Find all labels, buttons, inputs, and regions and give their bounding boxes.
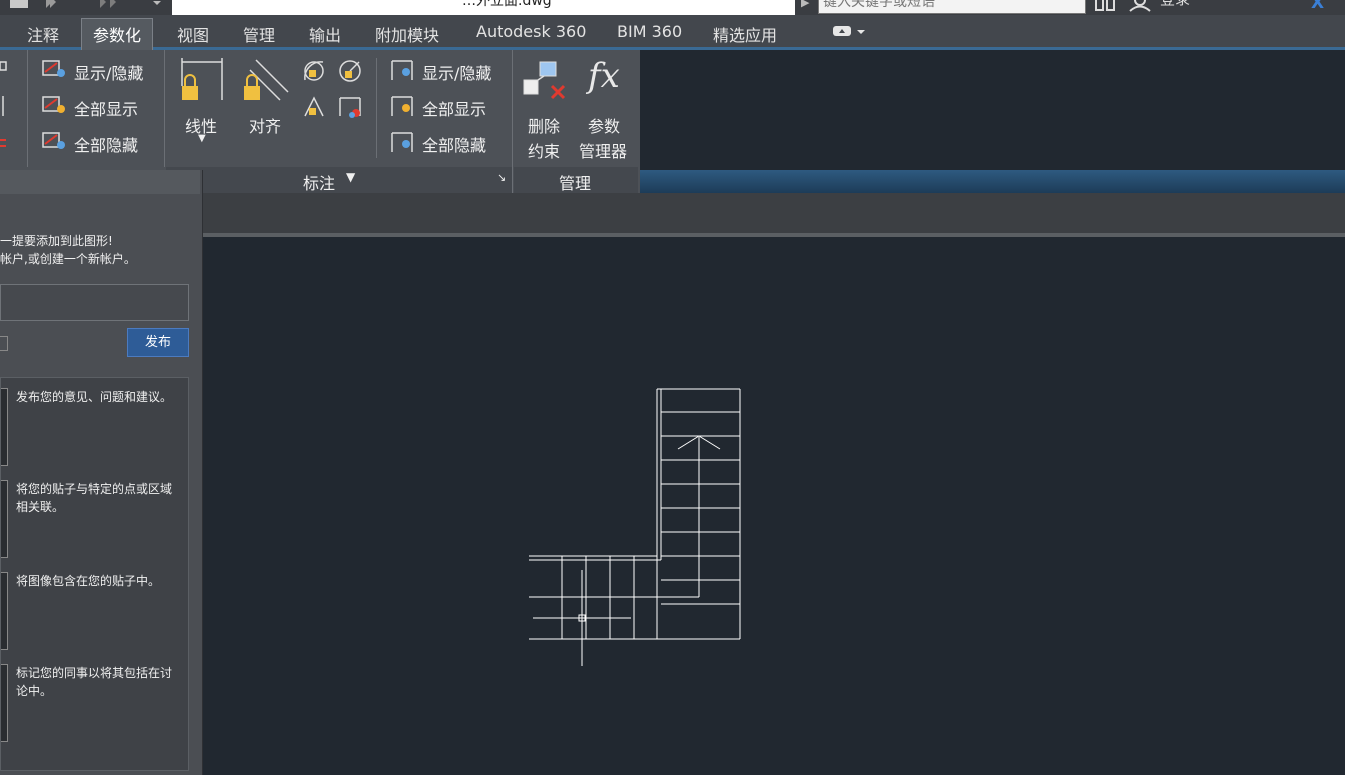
fx-icon[interactable]: fx	[588, 56, 620, 96]
help-thumbnail	[1, 480, 8, 558]
geometric-show-all-icon[interactable]	[42, 94, 68, 118]
tab-autodesk360[interactable]: Autodesk 360	[476, 22, 586, 41]
palette-help-list: 发布您的意见、问题和建议。 将您的贴子与特定的点或区域相关联。 将图像包含在您的…	[0, 377, 189, 771]
linear-dimension-icon[interactable]	[178, 56, 226, 102]
separator	[27, 50, 28, 167]
document-title: …外立面.dwg	[462, 0, 552, 9]
tab-bim360[interactable]: BIM 360	[617, 22, 682, 41]
tab-addins[interactable]: 附加模块	[375, 22, 439, 46]
help-thumbnail	[1, 572, 8, 650]
parameters-manager-label-1[interactable]: 参数	[588, 113, 620, 137]
geometric-show-hide-label[interactable]: 显示/隐藏	[74, 60, 143, 84]
linear-dropdown-icon[interactable]: ▼	[198, 133, 206, 144]
dimensional-show-all-icon[interactable]	[390, 94, 416, 118]
publish-button[interactable]: 发布	[127, 328, 189, 357]
quick-access-icons[interactable]	[0, 0, 170, 12]
binoculars-icon[interactable]	[1094, 0, 1118, 12]
geometric-show-all-label[interactable]: 全部显示	[74, 96, 138, 120]
palette-message-line1: 一提要添加到此图形!	[0, 234, 113, 248]
document-title-box: …外立面.dwg	[172, 0, 795, 15]
tab-view[interactable]: 视图	[177, 22, 209, 46]
help-item: 标记您的同事以将其包括在讨论中。	[16, 666, 173, 698]
geometric-hide-all-icon[interactable]	[42, 130, 68, 154]
search-placeholder: 键入关键字或短语	[823, 0, 935, 10]
help-thumbnail	[1, 388, 8, 466]
attach-image-icon[interactable]	[0, 336, 8, 351]
aligned-label[interactable]: 对齐	[249, 113, 281, 137]
dimensional-show-all-label[interactable]: 全部显示	[422, 96, 486, 120]
dimensional-panel-bar[interactable]: 标注 ▼ ↘	[166, 167, 512, 193]
separator	[164, 50, 165, 167]
tab-output[interactable]: 输出	[309, 22, 341, 46]
login-area[interactable]: 登录	[1094, 0, 1244, 12]
tab-annotate[interactable]: 注释	[27, 22, 59, 46]
ribbon-tab-bar: 注释 参数化 视图 管理 输出 附加模块 Autodesk 360 BIM 36…	[0, 15, 1345, 52]
delete-constraint-label-2[interactable]: 约束	[528, 138, 560, 162]
panel-dropdown-icon[interactable]: ▼	[346, 170, 355, 184]
search-input[interactable]: 键入关键字或短语	[818, 0, 1086, 14]
ribbon-toggle-icon[interactable]	[830, 22, 870, 42]
comment-input[interactable]	[0, 284, 189, 321]
geometric-show-hide-icon[interactable]	[42, 58, 68, 82]
palette-message-line2: 帐户,或创建一个新帐户。	[0, 252, 136, 266]
tab-featured-apps[interactable]: 精选应用	[713, 22, 777, 46]
search-arrow-icon[interactable]: ▶	[801, 0, 809, 9]
dimensional-panel-label[interactable]: 标注	[303, 170, 335, 194]
stair-drawing[interactable]	[203, 237, 1345, 775]
dimensional-show-hide-label[interactable]: 显示/隐藏	[422, 60, 491, 84]
aligned-dimension-icon[interactable]	[242, 56, 292, 102]
tab-parametric[interactable]: 参数化	[81, 18, 154, 52]
help-thumbnail	[1, 664, 8, 742]
diameter-dimension-icon[interactable]	[301, 94, 327, 120]
tab-manage[interactable]: 管理	[243, 22, 275, 46]
dimensional-show-hide-icon[interactable]	[390, 58, 416, 82]
title-bar: …外立面.dwg ▶ 键入关键字或短语 登录 X	[0, 0, 1345, 15]
user-icon[interactable]	[1128, 0, 1152, 12]
dimensional-hide-all-icon[interactable]	[390, 130, 416, 154]
manage-panel-label: 管理	[559, 174, 592, 193]
palette-header[interactable]	[0, 170, 200, 194]
help-item: 将您的贴子与特定的点或区域相关联。	[16, 482, 173, 514]
dimensional-hide-all-label[interactable]: 全部隐藏	[422, 132, 486, 156]
autodesk-x-icon[interactable]: X	[1311, 0, 1324, 13]
dialog-launcher-icon[interactable]: ↘	[497, 171, 506, 184]
help-item: 发布您的意见、问题和建议。	[16, 390, 173, 404]
file-tab-strip	[203, 193, 1345, 233]
lock-icon[interactable]	[0, 60, 10, 160]
geometric-hide-all-label[interactable]: 全部隐藏	[74, 132, 138, 156]
separator	[376, 58, 377, 158]
delete-constraint-label-1[interactable]: 删除	[528, 113, 560, 137]
drawing-canvas[interactable]	[203, 237, 1345, 775]
angular-dimension-icon[interactable]	[301, 58, 327, 84]
activity-insights-palette: 一提要添加到此图形! 帐户,或创建一个新帐户。 发布 发布您的意见、问题和建议。…	[0, 170, 203, 775]
convert-dimension-icon[interactable]	[337, 94, 363, 120]
parameters-manager-label-2[interactable]: 管理器	[579, 138, 627, 162]
manage-panel-bar: 管理	[514, 167, 638, 193]
ribbon-gradient-strip	[640, 170, 1345, 193]
radius-dimension-icon[interactable]	[337, 58, 363, 84]
help-item: 将图像包含在您的贴子中。	[16, 574, 161, 588]
delete-constraint-icon[interactable]	[522, 58, 568, 104]
login-label[interactable]: 登录	[1160, 0, 1190, 9]
separator	[512, 50, 513, 193]
